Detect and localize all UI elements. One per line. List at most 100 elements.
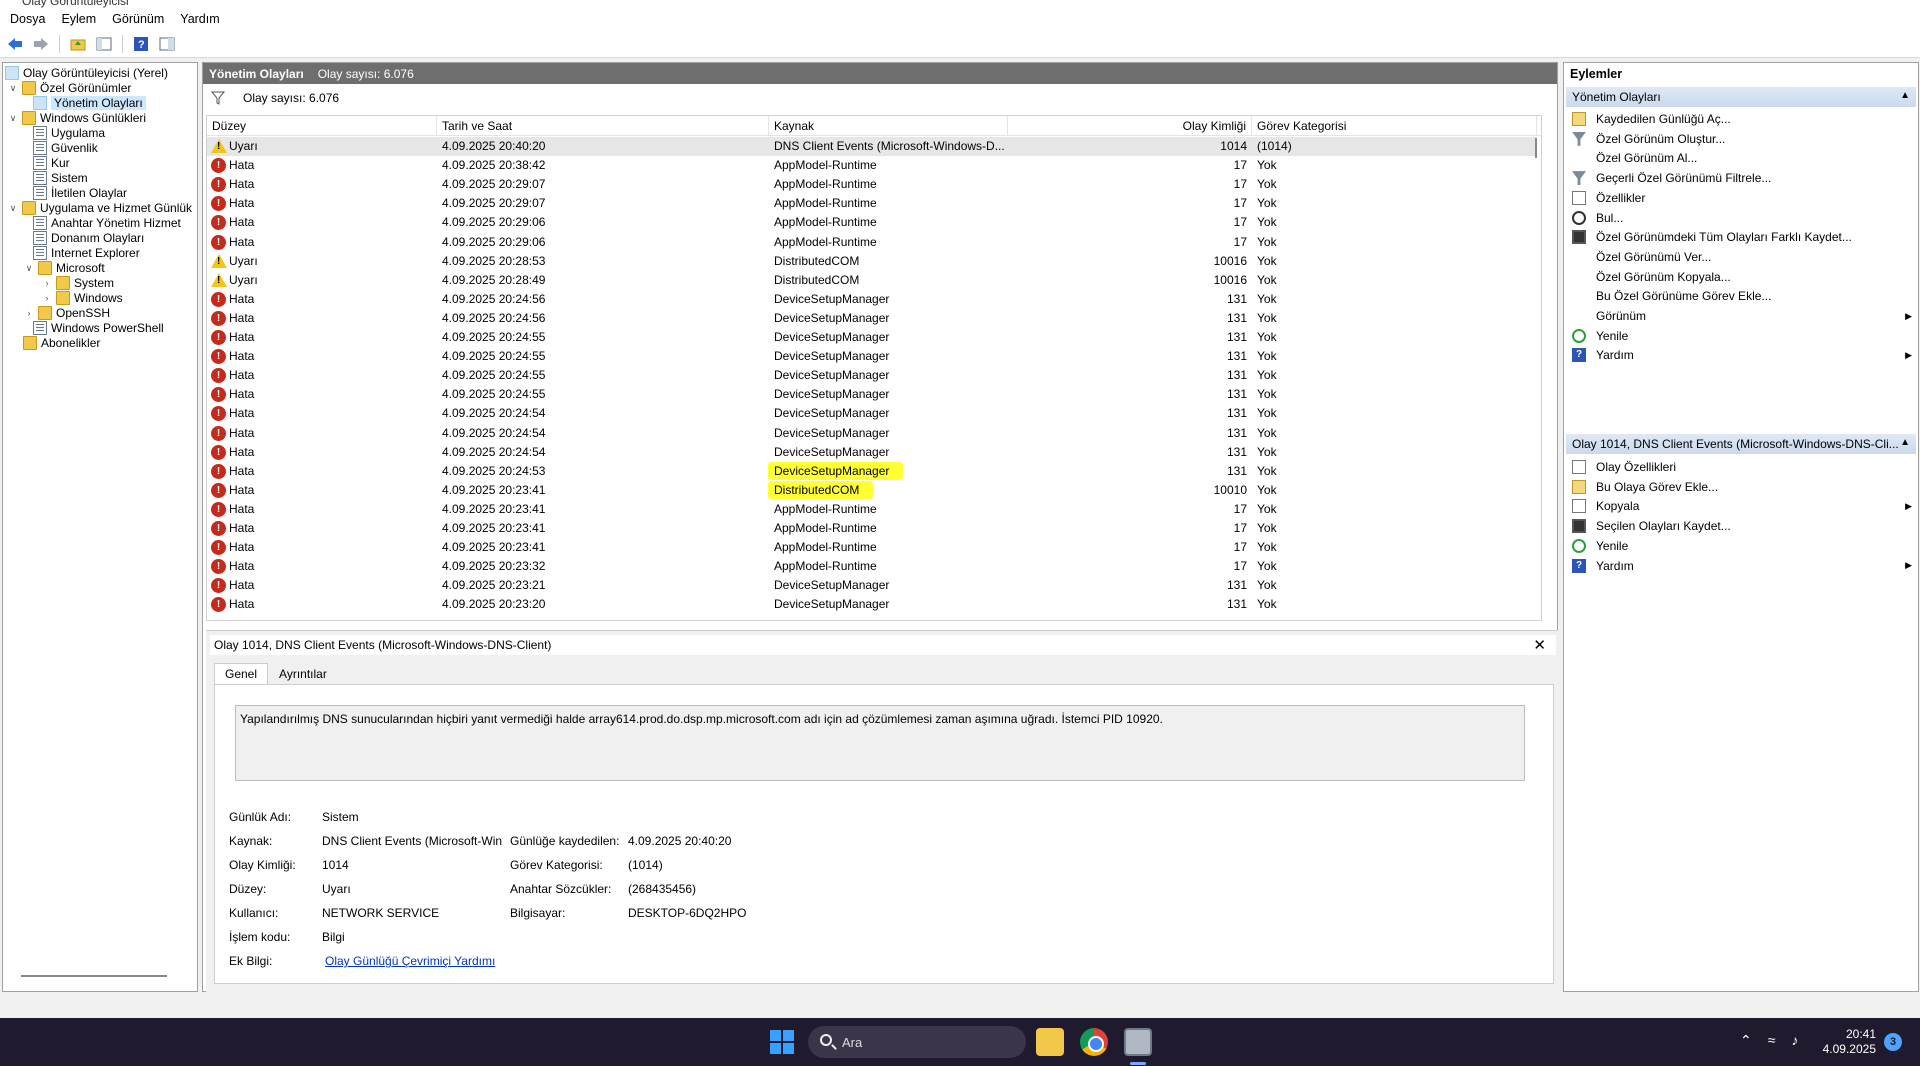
action-item[interactable]: ? Yardım ▶ <box>1572 556 1912 576</box>
back-icon[interactable] <box>4 33 26 55</box>
start-button-icon[interactable] <box>770 1030 794 1054</box>
cell-date: 4.09.2025 20:24:54 <box>442 444 546 459</box>
cell-event-id: 17 <box>1233 177 1247 192</box>
table-row[interactable]: Uyarı 4.09.2025 20:40:20 DNS Client Events… <box>207 137 1537 156</box>
table-row[interactable]: ! Hata 4.09.2025 20:38:42 AppModel-Runtime 1… <box>207 156 1537 175</box>
cell-task-category: Yok <box>1257 425 1277 440</box>
column-source[interactable]: Kaynak <box>769 116 1008 136</box>
table-row[interactable]: ! Hata 4.09.2025 20:24:56 DeviceSetupManage… <box>207 290 1537 309</box>
action-item[interactable]: Bul... <box>1572 208 1912 228</box>
tab-general[interactable]: Genel <box>214 663 269 685</box>
file-explorer-icon[interactable] <box>1036 1028 1064 1056</box>
event-description[interactable]: Yapılandırılmış DNS sunucularından hiçbi… <box>235 705 1525 781</box>
menu-help[interactable]: Yardım <box>174 12 225 26</box>
collapse-icon[interactable]: ∨ <box>7 202 19 214</box>
column-date[interactable]: Tarih ve Saat <box>437 116 769 136</box>
expand-icon[interactable]: › <box>23 307 35 319</box>
wifi-icon[interactable]: ≈ <box>1768 1032 1776 1049</box>
action-item[interactable]: Kopyala ▶ <box>1572 496 1912 516</box>
error-icon: ! <box>211 387 226 403</box>
forward-icon[interactable] <box>30 33 52 55</box>
chevron-up-icon[interactable]: ⌃ <box>1740 1032 1752 1049</box>
clock[interactable]: 20:41 4.09.2025 <box>1820 1027 1876 1057</box>
tree-label: OpenSSH <box>56 306 111 320</box>
action-item[interactable]: Özellikler <box>1572 188 1912 208</box>
table-row[interactable]: ! Hata 4.09.2025 20:24:54 DeviceSetupManage… <box>207 443 1537 462</box>
action-item[interactable]: Görünüm ▶ <box>1572 306 1912 326</box>
table-row[interactable]: ! Hata 4.09.2025 20:23:20 DeviceSetupManage… <box>207 595 1537 614</box>
expand-icon[interactable]: › <box>41 277 53 289</box>
error-icon: ! <box>211 578 226 594</box>
event-viewer-app-icon[interactable] <box>1124 1028 1152 1056</box>
action-item[interactable]: Özel Görünüm Oluştur... <box>1572 129 1912 149</box>
taskbar-search[interactable]: Ara <box>808 1026 1026 1058</box>
table-row[interactable]: Uyarı 4.09.2025 20:28:49 DistributedCOM 100… <box>207 271 1537 290</box>
column-task-category[interactable]: Görev Kategorisi <box>1252 116 1537 136</box>
table-row[interactable]: ! Hata 4.09.2025 20:23:41 AppModel-Runtime 1… <box>207 519 1537 538</box>
tree-horizontal-scrollbar[interactable] <box>21 975 167 977</box>
menu-view[interactable]: Görünüm <box>106 12 170 26</box>
action-item[interactable]: Özel Görünüm Kopyala... <box>1572 267 1912 287</box>
console-tree-icon[interactable] <box>93 33 115 55</box>
collapse-icon[interactable]: ∨ <box>7 112 19 124</box>
table-row[interactable]: ! Hata 4.09.2025 20:23:41 AppModel-Runtime 1… <box>207 500 1537 519</box>
log-icon <box>33 126 47 140</box>
column-event-id[interactable]: Olay Kimliği <box>1008 116 1252 136</box>
table-row[interactable]: ! Hata 4.09.2025 20:24:53 DeviceSetupManage… <box>207 461 1537 481</box>
menu-file[interactable]: Dosya <box>4 12 51 26</box>
expand-icon[interactable]: › <box>41 292 53 304</box>
help-icon[interactable]: ? <box>130 33 152 55</box>
collapse-icon[interactable]: ∨ <box>7 82 19 94</box>
table-row[interactable]: ! Hata 4.09.2025 20:24:55 DeviceSetupManage… <box>207 366 1537 385</box>
actions-section-event[interactable]: Olay 1014, DNS Client Events (Microsoft-… <box>1566 434 1916 454</box>
online-help-link[interactable]: Olay Günlüğü Çevrimiçi Yardımı <box>325 954 495 968</box>
action-item[interactable]: ? Yardım ▶ <box>1572 345 1912 365</box>
action-pane-icon[interactable] <box>156 33 178 55</box>
table-row[interactable]: ! Hata 4.09.2025 20:24:55 DeviceSetupManage… <box>207 385 1537 404</box>
action-item[interactable]: Kaydedilen Günlüğü Aç... <box>1572 109 1912 129</box>
notification-badge[interactable]: 3 <box>1884 1033 1902 1051</box>
action-item[interactable]: Seçilen Olayları Kaydet... <box>1572 516 1912 536</box>
cell-source: DeviceSetupManager <box>774 368 890 383</box>
close-icon[interactable]: ✕ <box>1533 636 1546 654</box>
action-item[interactable]: Özel Görünüm Al... <box>1572 148 1912 168</box>
table-row[interactable]: ! Hata 4.09.2025 20:29:07 AppModel-Runtime 1… <box>207 194 1537 213</box>
table-row[interactable]: ! Hata 4.09.2025 20:24:56 DeviceSetupManage… <box>207 309 1537 328</box>
collapse-icon[interactable]: ▲ <box>1900 90 1910 101</box>
table-row[interactable]: ! Hata 4.09.2025 20:24:54 DeviceSetupManage… <box>207 424 1537 443</box>
table-row[interactable]: ! Hata 4.09.2025 20:23:32 AppModel-Runtime 1… <box>207 557 1537 576</box>
action-item[interactable]: Geçerli Özel Görünümü Filtrele... <box>1572 168 1912 188</box>
action-item[interactable]: Yenile <box>1572 536 1912 556</box>
cell-event-id: 131 <box>1226 425 1247 440</box>
table-row[interactable]: ! Hata 4.09.2025 20:23:41 AppModel-Runtime 1… <box>207 538 1537 557</box>
table-row[interactable]: ! Hata 4.09.2025 20:23:41 DistributedCOM 100… <box>207 480 1537 500</box>
table-row[interactable]: Uyarı 4.09.2025 20:28:53 DistributedCOM 100… <box>207 252 1537 271</box>
table-row[interactable]: ! Hata 4.09.2025 20:24:55 DeviceSetupManage… <box>207 347 1537 366</box>
folder-up-icon[interactable] <box>67 33 89 55</box>
volume-icon[interactable]: ♪ <box>1791 1032 1798 1049</box>
table-row[interactable]: ! Hata 4.09.2025 20:29:06 AppModel-Runtime 1… <box>207 233 1537 252</box>
action-item[interactable]: Bu Özel Görünüme Görev Ekle... <box>1572 286 1912 306</box>
table-row[interactable]: ! Hata 4.09.2025 20:29:06 AppModel-Runtime 1… <box>207 213 1537 232</box>
table-row[interactable]: ! Hata 4.09.2025 20:23:21 DeviceSetupManage… <box>207 576 1537 595</box>
tab-details[interactable]: Ayrıntılar <box>268 663 338 685</box>
action-item[interactable]: Olay Özellikleri <box>1572 457 1912 477</box>
action-item[interactable]: Özel Görünümdeki Tüm Olayları Farklı Kay… <box>1572 227 1912 247</box>
collapse-icon[interactable]: ∨ <box>23 262 35 274</box>
action-item[interactable]: Bu Olaya Görev Ekle... <box>1572 477 1912 497</box>
actions-section-admin-events[interactable]: Yönetim Olayları ▲ <box>1566 87 1916 107</box>
action-item[interactable]: Özel Görünümü Ver... <box>1572 247 1912 267</box>
column-level[interactable]: Düzey <box>207 116 437 136</box>
cell-date: 4.09.2025 20:23:41 <box>442 501 546 516</box>
table-row[interactable]: ! Hata 4.09.2025 20:24:54 DeviceSetupManage… <box>207 404 1537 423</box>
tree-subscriptions[interactable]: Abonelikler <box>23 334 100 352</box>
table-row[interactable]: ! Hata 4.09.2025 20:24:55 DeviceSetupManage… <box>207 328 1537 347</box>
table-row[interactable]: ! Hata 4.09.2025 20:29:07 AppModel-Runtime 1… <box>207 175 1537 194</box>
action-item[interactable]: Yenile <box>1572 326 1912 346</box>
cell-task-category: Yok <box>1257 521 1277 535</box>
menu-action[interactable]: Eylem <box>55 12 102 26</box>
table-vertical-scrollbar[interactable] <box>1535 138 1537 158</box>
collapse-icon[interactable]: ▲ <box>1900 437 1910 448</box>
chrome-icon[interactable] <box>1080 1028 1108 1056</box>
label-log-name: Günlük Adı: <box>229 810 292 824</box>
